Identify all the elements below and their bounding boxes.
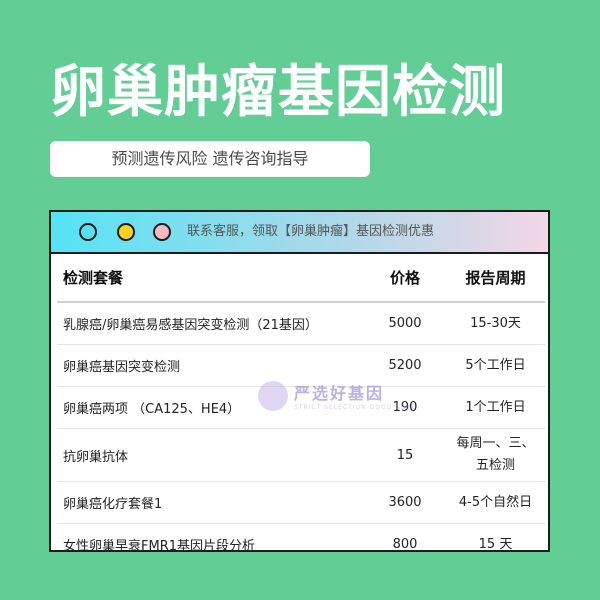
subtitle-pill: 预测遗传风险 遗传咨询指导 — [50, 141, 370, 177]
promo-text: 联系客服，领取【卵巢肿瘤】基因检测优惠 — [187, 224, 435, 239]
package-name: 卵巢癌化疗套餐1 — [57, 481, 364, 524]
table-row: 卵巢癌化疗套餐1 3600 4-5个自然日 — [57, 481, 545, 524]
table-row: 乳腺癌/卵巢癌易感基因突变检测（21基因） 5000 15-30天 — [57, 302, 545, 345]
price-table-window: 联系客服，领取【卵巢肿瘤】基因检测优惠 检测套餐 价格 报告周期 乳腺癌/卵巢癌… — [49, 210, 550, 554]
report-cycle: 15 天 — [478, 536, 513, 552]
package-name: 卵巢癌两项 （CA125、HE4） — [57, 386, 364, 429]
report-cycle: 15-30天 — [446, 302, 545, 345]
report-cycle: 每周一、三、五检测 — [446, 428, 545, 482]
package-price: 800 — [392, 537, 418, 552]
table-row: 抗卵巢抗体 15 每周一、三、五检测 — [57, 428, 545, 482]
report-cycle: 5个工作日 — [446, 344, 545, 387]
column-header-price: 价格 — [364, 254, 446, 303]
column-header-cycle: 报告周期 — [446, 254, 545, 303]
package-price: 5000 — [364, 302, 446, 345]
window-titlebar: 联系客服，领取【卵巢肿瘤】基因检测优惠 — [51, 212, 548, 254]
report-cycle: 1个工作日 — [446, 386, 545, 429]
blue-dot-icon — [79, 223, 97, 241]
package-table: 检测套餐 价格 报告周期 乳腺癌/卵巢癌易感基因突变检测（21基因） 5000 … — [57, 254, 545, 565]
column-header-package: 检测套餐 — [57, 254, 364, 303]
package-name: 乳腺癌/卵巢癌易感基因突变检测（21基因） — [57, 302, 364, 345]
report-cycle: 4-5个自然日 — [446, 481, 545, 524]
package-price: 5200 — [364, 344, 446, 387]
package-price: 15 — [364, 428, 446, 482]
table-row: 卵巢癌基因突变检测 5200 5个工作日 — [57, 344, 545, 387]
package-name: 女性卵巢早衰FMR1基因片段分析 — [63, 539, 255, 554]
page-title: 卵巢肿瘤基因检测 — [50, 60, 506, 125]
table-row: 女性卵巢早衰FMR1基因片段分析 800 15 天 — [57, 524, 545, 566]
package-name: 卵巢癌基因突变检测 — [57, 344, 364, 387]
pink-dot-icon — [153, 223, 171, 241]
package-price: 3600 — [364, 481, 446, 524]
yellow-dot-icon — [117, 223, 135, 241]
package-name: 抗卵巢抗体 — [57, 428, 364, 482]
table-row: 卵巢癌两项 （CA125、HE4） 190 1个工作日 — [57, 386, 545, 429]
package-price: 190 — [364, 386, 446, 429]
